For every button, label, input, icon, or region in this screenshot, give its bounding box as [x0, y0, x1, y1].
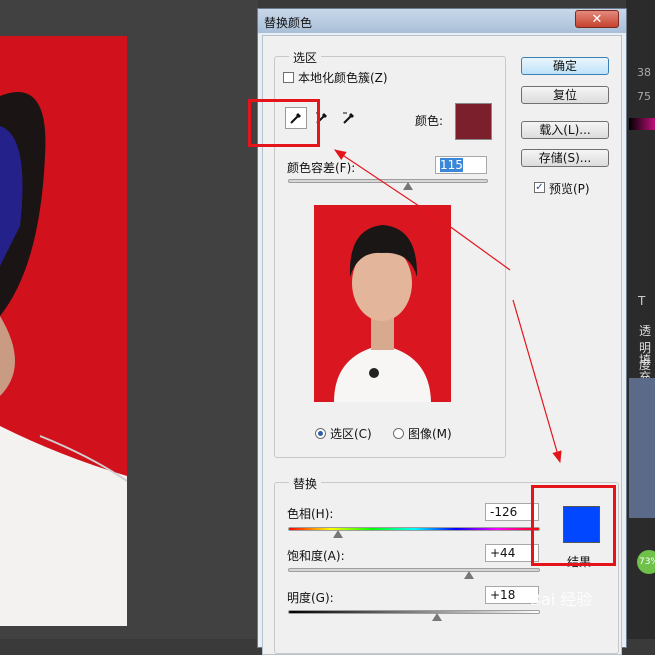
watermark-text: Bai 经验 [530, 590, 593, 609]
annotation-arrows [334, 149, 562, 464]
